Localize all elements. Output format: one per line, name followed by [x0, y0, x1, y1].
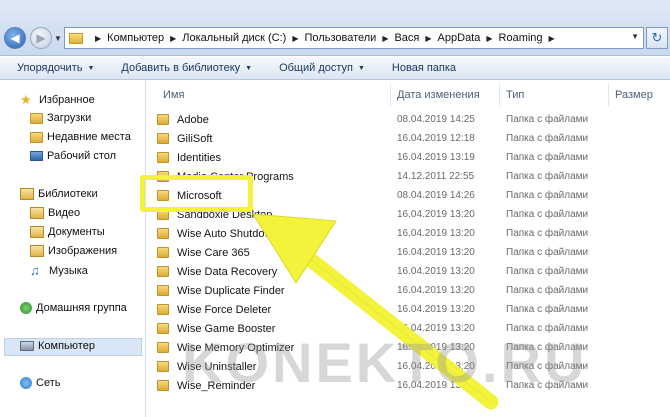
nav-libraries[interactable]: Библиотеки: [20, 188, 98, 200]
nav-homegroup[interactable]: Домашняя группа: [20, 302, 127, 314]
nav-desktop[interactable]: Рабочий стол: [30, 150, 116, 162]
chevron-down-icon: ▼: [87, 64, 95, 72]
watermark: KONEKTO.RU: [182, 331, 588, 394]
video-library-icon: [30, 207, 44, 219]
address-path-box[interactable]: ▶ Компьютер ▶ Локальный диск (C:) ▶ Пользо…: [64, 27, 644, 49]
column-divider[interactable]: [499, 84, 500, 106]
homegroup-icon: [20, 302, 32, 314]
nav-documents[interactable]: Документы: [30, 226, 105, 238]
folder-icon: [69, 32, 83, 44]
breadcrumb-item[interactable]: Вася ▶: [394, 32, 437, 44]
column-date-header[interactable]: Дата изменения: [397, 89, 480, 101]
column-type-header[interactable]: Тип: [506, 89, 524, 101]
folder-icon: [157, 247, 169, 258]
column-headers: Имя Дата изменения Тип Размер: [147, 84, 670, 106]
breadcrumb-sep-root[interactable]: ▶: [89, 34, 107, 43]
breadcrumb-item[interactable]: Пользователи ▶: [305, 32, 395, 44]
desktop-icon: [30, 151, 43, 161]
column-size-header[interactable]: Размер: [615, 89, 653, 101]
refresh-button[interactable]: ↻: [646, 27, 668, 49]
nav-downloads[interactable]: Загрузки: [30, 112, 91, 124]
folder-icon: [157, 285, 169, 296]
nav-network[interactable]: Сеть: [20, 377, 60, 389]
column-divider[interactable]: [390, 84, 391, 106]
file-row[interactable]: Adobe 08.04.2019 14:25 Папка с файлами: [157, 110, 667, 129]
navigation-pane: ★ Избранное Загрузки Недавние места Рабоч…: [0, 80, 146, 417]
back-button[interactable]: ◀: [4, 27, 26, 49]
recent-pages-dropdown-icon[interactable]: ▼: [54, 34, 62, 43]
nav-video[interactable]: Видео: [30, 207, 80, 219]
recent-places-icon: [30, 131, 43, 143]
breadcrumb-item[interactable]: Компьютер ▶: [107, 32, 182, 44]
computer-icon: [20, 341, 34, 351]
nav-images[interactable]: Изображения: [30, 245, 117, 257]
folder-icon: [157, 304, 169, 315]
organize-button[interactable]: Упорядочить ▼: [17, 62, 121, 74]
nav-recent[interactable]: Недавние места: [30, 131, 131, 143]
forward-button[interactable]: ▶: [30, 27, 52, 49]
chevron-down-icon: ▼: [245, 64, 253, 72]
refresh-icon: ↻: [651, 30, 663, 45]
command-bar: Упорядочить ▼ Добавить в библиотеку ▼ Общи…: [0, 57, 670, 80]
folder-icon: [157, 133, 169, 144]
folder-icon: [157, 323, 169, 334]
music-note-icon: ♫: [30, 263, 40, 278]
arrow-left-icon: ◀: [10, 31, 20, 45]
file-row[interactable]: Wise Force Deleter 16.04.2019 13:20 Папка …: [157, 300, 667, 319]
nav-favorites[interactable]: ★ Избранное: [20, 93, 95, 106]
folder-icon: [157, 380, 169, 391]
star-icon: ★: [20, 92, 32, 107]
pictures-library-icon: [30, 245, 44, 257]
arrow-right-icon: ▶: [36, 31, 46, 45]
file-row[interactable]: Wise Data Recovery 16.04.2019 13:20 Папка …: [157, 262, 667, 281]
share-button[interactable]: Общий доступ ▼: [279, 62, 392, 74]
folder-icon: [157, 266, 169, 277]
column-name-header[interactable]: Имя: [163, 89, 184, 101]
breadcrumb-item[interactable]: Roaming ▶: [499, 32, 561, 44]
file-row[interactable]: Identities 16.04.2019 13:19 Папка с файлам…: [157, 148, 667, 167]
new-folder-button[interactable]: Новая папка: [392, 62, 466, 74]
address-dropdown-icon[interactable]: ▼: [631, 32, 639, 41]
folder-icon: [157, 361, 169, 372]
nav-computer[interactable]: Компьютер: [20, 340, 95, 352]
folder-icon: [157, 342, 169, 353]
file-row[interactable]: Wise Duplicate Finder 16.04.2019 13:20 Пап…: [157, 281, 667, 300]
file-row[interactable]: GiliSoft 16.04.2019 12:18 Папка с файлами: [157, 129, 667, 148]
folder-icon: [157, 228, 169, 239]
highlight-box: [140, 175, 253, 212]
downloads-folder-icon: [30, 112, 43, 124]
folder-icon: [157, 114, 169, 125]
address-bar-area: ◀ ▶ ▼ ▶ Компьютер ▶ Локальный диск (C:) ▶ …: [0, 0, 670, 56]
column-divider[interactable]: [608, 84, 609, 106]
breadcrumb-item[interactable]: AppData ▶: [438, 32, 499, 44]
breadcrumb-item[interactable]: Локальный диск (C:) ▶: [182, 32, 304, 44]
folder-icon: [157, 152, 169, 163]
documents-library-icon: [30, 226, 44, 238]
file-row[interactable]: Wise Care 365 16.04.2019 13:20 Папка с фай…: [157, 243, 667, 262]
add-to-library-button[interactable]: Добавить в библиотеку ▼: [121, 62, 279, 74]
file-row[interactable]: Wise Auto Shutdown 16.04.2019 13:20 Папка …: [157, 224, 667, 243]
network-icon: [20, 377, 32, 389]
nav-music[interactable]: ♫ Музыка: [30, 264, 88, 277]
libraries-icon: [20, 188, 34, 200]
chevron-down-icon: ▼: [357, 64, 365, 72]
